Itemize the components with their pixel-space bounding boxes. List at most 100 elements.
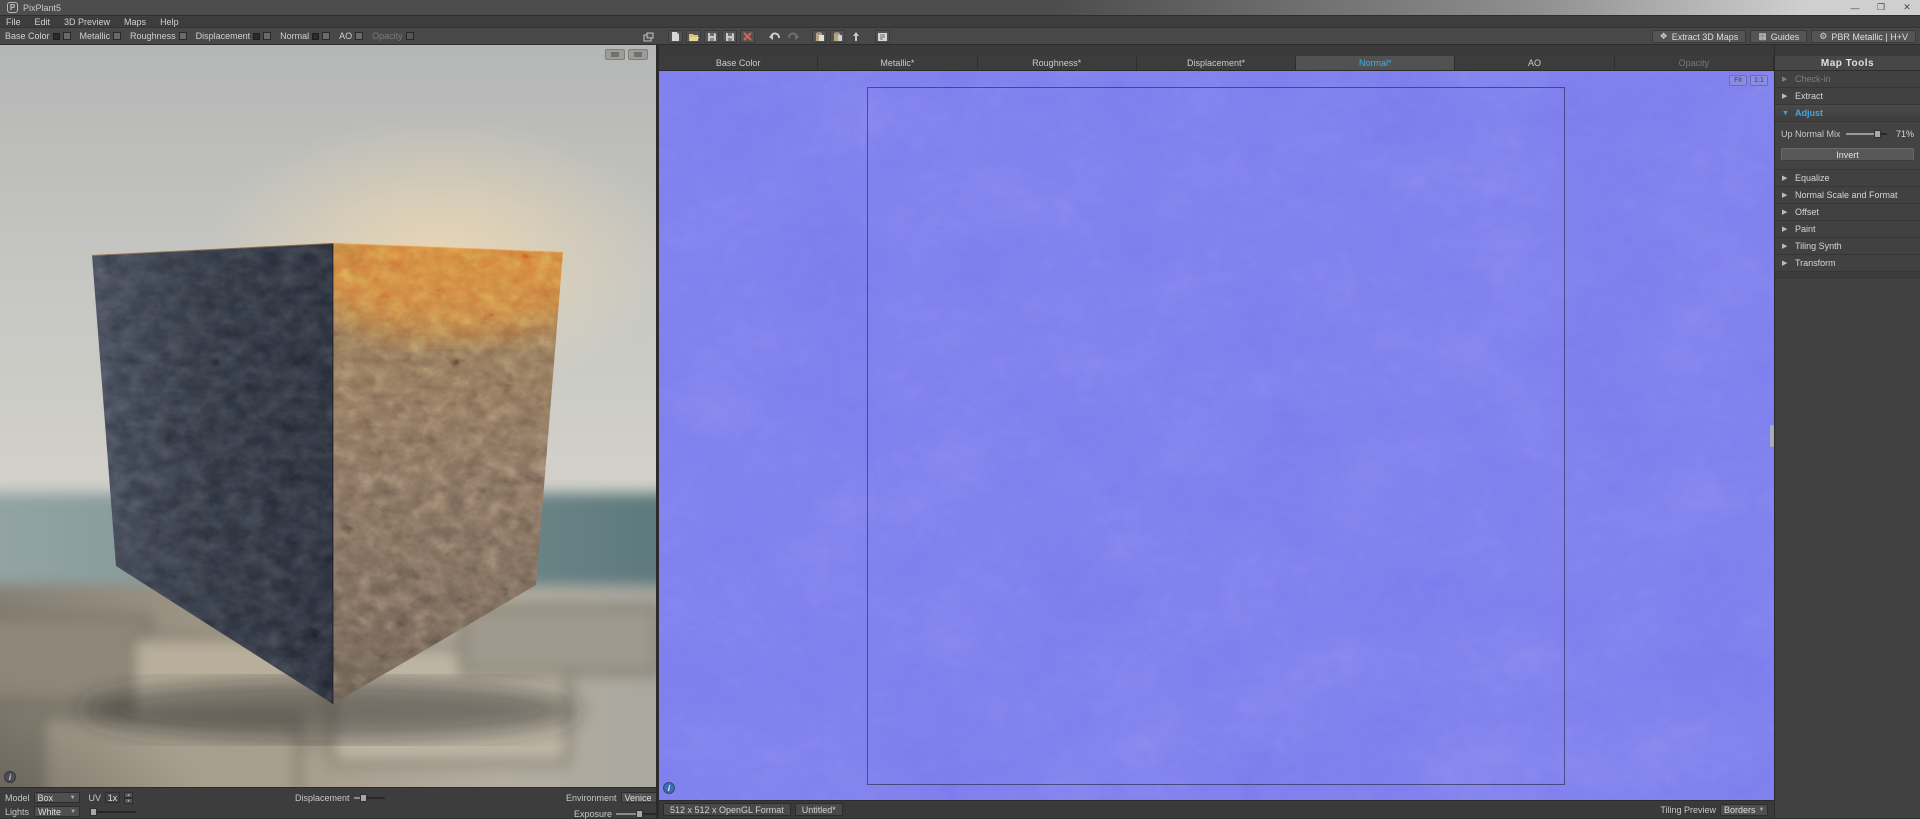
new-file-icon[interactable] xyxy=(668,30,683,43)
map-tools-title: Map Tools xyxy=(1775,56,1920,71)
tab-opacity: Opacity xyxy=(1614,56,1774,70)
extract-3d-maps-icon: ❖ xyxy=(1659,31,1668,41)
export-up-icon[interactable] xyxy=(848,30,863,43)
chevron-down-icon: ▼ xyxy=(1758,806,1765,813)
tiling-preview-label: Tiling Preview xyxy=(1660,804,1716,815)
menu-maps[interactable]: Maps xyxy=(117,17,153,28)
paste-into-icon[interactable] xyxy=(830,30,845,43)
pbr-metallic-settings-button[interactable]: ⚙ PBR Metallic | H+V xyxy=(1811,30,1916,43)
float-view-icon[interactable] xyxy=(641,30,656,43)
displacement-swatch[interactable] xyxy=(253,32,261,40)
section-offset[interactable]: ▶ Offset xyxy=(1775,204,1920,221)
roughness-checkbox[interactable] xyxy=(178,32,187,40)
adjust-section-body: Up Normal Mix 71% Invert xyxy=(1775,122,1920,170)
exposure-slider[interactable] xyxy=(616,810,662,818)
section-adjust[interactable]: ▼ Adjust xyxy=(1775,105,1920,122)
section-extract[interactable]: ▶ Extract xyxy=(1775,88,1920,105)
viewport-info-icon[interactable]: i xyxy=(4,771,16,783)
paste-as-new-icon[interactable] xyxy=(812,30,827,43)
displacement-checkbox[interactable] xyxy=(263,32,272,40)
tab-roughness[interactable]: Roughness* xyxy=(977,56,1137,70)
ao-checkbox[interactable] xyxy=(355,32,364,40)
menu-3d-preview[interactable]: 3D Preview xyxy=(57,17,117,28)
base-color-swatch[interactable] xyxy=(52,32,60,40)
tiling-preview-dropdown[interactable]: Borders ▼ xyxy=(1720,803,1768,816)
collapsed-arrow-icon: ▶ xyxy=(1782,175,1788,182)
section-tiling-synth[interactable]: ▶ Tiling Synth xyxy=(1775,238,1920,255)
undo-icon[interactable] xyxy=(767,30,782,43)
toggle-displacement[interactable]: Displacement xyxy=(196,31,272,41)
menu-edit[interactable]: Edit xyxy=(28,17,58,28)
texture-statusbar: 512 x 512 x OpenGL Format Untitled* Tili… xyxy=(659,800,1774,818)
toggle-ao[interactable]: AO xyxy=(339,31,364,41)
menu-help[interactable]: Help xyxy=(153,17,186,28)
chevron-down-icon: ▼ xyxy=(69,794,76,801)
section-check-in: ▶ Check-in xyxy=(1775,71,1920,88)
3d-preview-viewport[interactable]: i xyxy=(0,45,656,787)
normal-map-canvas[interactable]: Fit 1:1 i xyxy=(659,71,1774,800)
maximize-button[interactable]: ❐ xyxy=(1868,0,1894,16)
uv-stepper[interactable]: ▲ ▼ xyxy=(124,792,134,804)
viewport-view-button-2[interactable] xyxy=(628,49,648,60)
lights-dropdown[interactable]: White ▼ xyxy=(34,806,81,817)
tab-metallic[interactable]: Metallic* xyxy=(818,56,978,70)
toolbar: Base Color Metallic Roughness Displaceme… xyxy=(0,28,1920,45)
up-normal-mix-label: Up Normal Mix xyxy=(1781,129,1841,139)
toggle-roughness[interactable]: Roughness xyxy=(130,31,187,41)
section-normal-scale-and-format[interactable]: ▶ Normal Scale and Format xyxy=(1775,187,1920,204)
viewport-view-button-1[interactable] xyxy=(605,49,625,60)
texture-editor-column: Base Color Metallic* Roughness* Displace… xyxy=(656,45,1774,818)
tab-normal[interactable]: Normal* xyxy=(1296,56,1456,70)
tab-base-color[interactable]: Base Color xyxy=(659,56,819,70)
up-normal-mix-slider[interactable] xyxy=(1845,130,1887,138)
toggle-metallic[interactable]: Metallic xyxy=(80,31,122,41)
model-label: Model xyxy=(5,792,30,803)
menu-file[interactable]: File xyxy=(0,17,28,28)
uv-value-field[interactable]: 1x xyxy=(105,792,121,803)
collapsed-arrow-icon: ▶ xyxy=(1782,243,1788,250)
toggle-base-color[interactable]: Base Color xyxy=(5,31,71,41)
extract-3d-maps-button[interactable]: ❖ Extract 3D Maps xyxy=(1651,30,1747,43)
collapsed-arrow-icon: ▶ xyxy=(1782,226,1788,233)
tab-displacement[interactable]: Displacement* xyxy=(1136,56,1297,70)
toggle-normal[interactable]: Normal xyxy=(280,31,331,41)
pixplant-window: P PixPlant5 — ❐ ✕ File Edit 3D Preview M… xyxy=(0,0,1920,819)
notes-icon[interactable] xyxy=(875,30,890,43)
save-icon[interactable] xyxy=(704,30,719,43)
canvas-info-icon[interactable]: i xyxy=(663,782,675,794)
close-button[interactable]: ✕ xyxy=(1894,0,1920,16)
fit-view-button[interactable]: Fit xyxy=(1729,75,1747,86)
invert-button[interactable]: Invert xyxy=(1781,148,1914,161)
displacement-slider[interactable] xyxy=(353,794,385,802)
guides-icon: ▦ xyxy=(1758,31,1767,41)
section-transform[interactable]: ▶ Transform xyxy=(1775,255,1920,272)
up-normal-mix-value: 71% xyxy=(1895,129,1914,139)
actual-size-button[interactable]: 1:1 xyxy=(1750,75,1768,86)
normal-swatch[interactable] xyxy=(312,32,320,40)
close-file-icon[interactable] xyxy=(740,30,755,43)
section-equalize[interactable]: ▶ Equalize xyxy=(1775,170,1920,187)
redo-icon xyxy=(785,30,800,43)
map-tools-panel: Map Tools ▶ Check-in ▶ Extract ▼ Adjust … xyxy=(1774,45,1920,818)
stepper-down-icon[interactable]: ▼ xyxy=(124,798,134,804)
minimize-button[interactable]: — xyxy=(1842,0,1868,16)
guides-button[interactable]: ▦ Guides xyxy=(1750,30,1808,43)
titlebar[interactable]: P PixPlant5 — ❐ ✕ xyxy=(0,0,1920,16)
tab-ao[interactable]: AO xyxy=(1455,56,1615,70)
normal-checkbox[interactable] xyxy=(322,32,331,40)
model-dropdown[interactable]: Box ▼ xyxy=(33,792,80,803)
file-name-status: Untitled* xyxy=(794,803,843,816)
lights-slider[interactable] xyxy=(90,807,137,816)
tiling-border-overlay xyxy=(867,87,1565,785)
metallic-checkbox[interactable] xyxy=(113,32,122,40)
displacement-label: Displacement xyxy=(295,793,350,803)
map-tabbar: Base Color Metallic* Roughness* Displace… xyxy=(659,56,1774,71)
collapsed-arrow-icon: ▶ xyxy=(1782,93,1788,100)
menubar: File Edit 3D Preview Maps Help xyxy=(0,17,1920,28)
base-color-checkbox[interactable] xyxy=(62,32,71,40)
section-paint[interactable]: ▶ Paint xyxy=(1775,221,1920,238)
open-folder-icon[interactable] xyxy=(686,30,701,43)
image-size-status: 512 x 512 x OpenGL Format xyxy=(663,803,791,816)
lights-label: Lights xyxy=(5,806,30,817)
save-as-icon[interactable] xyxy=(722,30,737,43)
